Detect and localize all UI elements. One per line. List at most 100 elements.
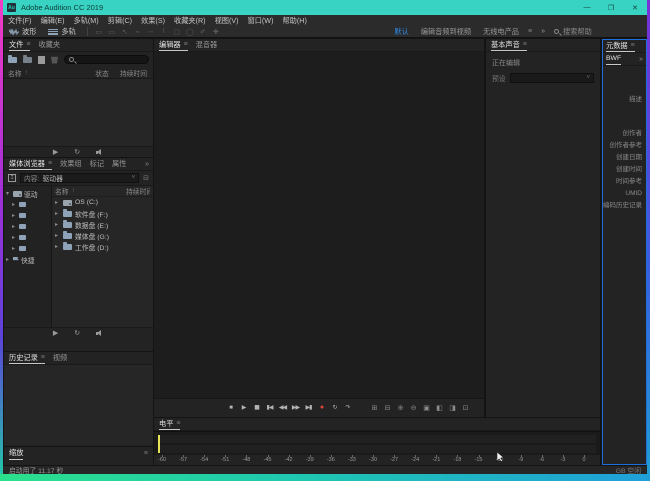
chevron-right-icon[interactable]: ▸	[55, 210, 60, 217]
zoom-out-amplitude-button[interactable]: ⊟	[383, 404, 392, 412]
spot-healing-brush-tool-icon[interactable]: ✚	[210, 28, 222, 36]
auto-play-speaker-icon[interactable]	[96, 149, 104, 156]
waveform-view-button[interactable]: 波形	[3, 26, 42, 37]
loop-icon[interactable]: ↻	[74, 329, 80, 337]
tab-metadata[interactable]: 元数据 ≡	[606, 40, 635, 52]
tree-item-drive[interactable]: ▸	[4, 232, 51, 243]
chevron-right-icon[interactable]: ▸	[12, 245, 17, 252]
play-icon[interactable]: ▶	[53, 329, 58, 337]
move-playhead-next-button[interactable]: ▶▮	[304, 404, 313, 411]
tab-properties[interactable]: 属性	[112, 158, 126, 170]
tab-effects-rack[interactable]: 效果组	[60, 158, 82, 170]
tree-item-drives[interactable]: ▾ 驱动	[4, 188, 51, 199]
play-icon[interactable]: ▶	[53, 148, 58, 156]
minimize-icon[interactable]: —	[575, 0, 599, 15]
column-name[interactable]: 名称	[55, 186, 69, 196]
drive-row[interactable]: ▸工作盘 (D:)	[52, 241, 153, 252]
loop-icon[interactable]: ↻	[74, 148, 80, 156]
maximize-icon[interactable]: ❐	[599, 0, 623, 15]
menu-item[interactable]: 剪辑(C)	[108, 16, 132, 26]
multitrack-view-button[interactable]: 多轨	[42, 26, 81, 37]
stop-button[interactable]: ■	[226, 405, 235, 411]
chevron-down-icon[interactable]: ▾	[6, 190, 11, 197]
play-button[interactable]: ▶	[239, 404, 248, 411]
tree-item-drive[interactable]: ▸	[4, 210, 51, 221]
chevron-right-icon[interactable]: ▸	[6, 256, 11, 263]
help-search-field[interactable]: 搜索帮助	[554, 27, 639, 37]
tab-essential-sound[interactable]: 基本声音 ≡	[491, 39, 527, 51]
drive-row[interactable]: ▸软件盘 (F:)	[52, 208, 153, 219]
razor-tool-icon[interactable]: ⌁	[132, 28, 144, 36]
time-selection-tool-icon[interactable]: I	[158, 28, 170, 36]
column-status[interactable]: 状态	[95, 68, 109, 78]
close-icon[interactable]: ✕	[623, 0, 647, 15]
tab-editor[interactable]: 编辑器 ≡	[159, 39, 188, 51]
tab-files[interactable]: 文件 ≡	[9, 39, 30, 51]
marquee-selection-tool-icon[interactable]: ▢	[171, 28, 183, 36]
tab-favorites[interactable]: 收藏夹	[38, 39, 60, 51]
column-duration[interactable]: 持续时间	[120, 68, 147, 78]
tab-overflow-icon[interactable]: »	[145, 161, 149, 168]
panel-menu-icon[interactable]: ≡	[48, 160, 52, 167]
tab-levels[interactable]: 电平 ≡	[159, 418, 180, 430]
panel-menu-icon[interactable]: ≡	[631, 42, 635, 49]
column-name[interactable]: 名称	[8, 68, 22, 78]
paintbrush-selection-tool-icon[interactable]: ✐	[197, 28, 209, 36]
pause-button[interactable]: ▮▮	[252, 404, 261, 411]
move-tool-icon[interactable]: ↖	[119, 28, 131, 36]
slip-tool-icon[interactable]: ↔	[145, 28, 157, 36]
skip-selection-button[interactable]: ↷	[343, 404, 352, 411]
fast-forward-button[interactable]: ▶▶	[291, 404, 300, 411]
files-list[interactable]	[4, 78, 153, 146]
tree-item-drive[interactable]: ▸	[4, 221, 51, 232]
menu-item[interactable]: 效果(S)	[141, 16, 165, 26]
record-button[interactable]: ●	[317, 404, 326, 411]
panel-menu-icon[interactable]: ≡	[26, 41, 30, 48]
panel-menu-icon[interactable]: ≡	[144, 450, 148, 457]
tab-overflow-icon[interactable]: »	[639, 56, 643, 63]
zoom-to-in-point-button[interactable]: ◧	[435, 404, 444, 412]
tab-mixer[interactable]: 混音器	[196, 39, 218, 51]
tab-markers[interactable]: 标记	[90, 158, 104, 170]
loop-playback-button[interactable]: ↻	[330, 404, 339, 411]
tab-video[interactable]: 视频	[53, 352, 67, 364]
chevron-right-icon[interactable]: ▸	[55, 243, 60, 250]
drive-row[interactable]: ▸数据盘 (E:)	[52, 219, 153, 230]
filter-icon[interactable]: ⊟	[143, 174, 149, 182]
menu-item[interactable]: 收藏夹(R)	[174, 16, 206, 26]
spectral-pitch-display-icon[interactable]: ▭	[106, 28, 118, 36]
chevron-right-icon[interactable]: ▸	[55, 221, 60, 228]
level-meter[interactable]	[154, 431, 600, 455]
chevron-right-icon[interactable]: ▸	[12, 234, 17, 241]
chevron-right-icon[interactable]: ▸	[55, 232, 60, 239]
open-file-icon[interactable]	[8, 57, 17, 63]
workspace-item[interactable]: 无线电产品	[483, 27, 519, 37]
history-list[interactable]	[4, 365, 153, 445]
workspace-item[interactable]: 编辑音频到视频	[421, 27, 471, 37]
column-duration[interactable]: 持续时间	[126, 186, 150, 196]
preset-dropdown[interactable]: ˅	[510, 73, 594, 83]
zoom-out-full-button[interactable]: ⊡	[461, 404, 470, 412]
editor-canvas[interactable]	[154, 52, 484, 398]
workspace-overflow-icon[interactable]: »	[541, 28, 545, 35]
spectral-frequency-display-icon[interactable]: ▭	[93, 28, 105, 36]
menu-item[interactable]: 窗口(W)	[248, 16, 274, 26]
chevron-right-icon[interactable]: ▸	[55, 199, 60, 206]
tab-zoom[interactable]: 缩放	[9, 447, 23, 460]
zoom-to-out-point-button[interactable]: ◨	[448, 404, 457, 412]
auto-play-speaker-icon[interactable]	[96, 330, 104, 337]
chevron-right-icon[interactable]: ▸	[12, 201, 17, 208]
lasso-selection-tool-icon[interactable]: ◯	[184, 28, 196, 36]
rewind-button[interactable]: ◀◀	[278, 404, 287, 411]
chevron-right-icon[interactable]: ▸	[12, 212, 17, 219]
tab-history[interactable]: 历史记录 ≡	[9, 352, 45, 364]
drive-row[interactable]: ▸媒体盘 (G:)	[52, 230, 153, 241]
tab-media-browser[interactable]: 媒体浏览器 ≡	[9, 158, 52, 170]
panel-menu-icon[interactable]: ≡	[176, 420, 180, 427]
zoom-in-time-button[interactable]: ⊕	[396, 404, 405, 412]
drive-row[interactable]: ▸OS (C:)	[52, 197, 153, 208]
files-search-input[interactable]	[64, 55, 149, 64]
tree-item-drive[interactable]: ▸	[4, 243, 51, 254]
insert-into-multitrack-icon[interactable]: ↥	[8, 174, 16, 182]
menu-item[interactable]: 编辑(E)	[41, 16, 65, 26]
